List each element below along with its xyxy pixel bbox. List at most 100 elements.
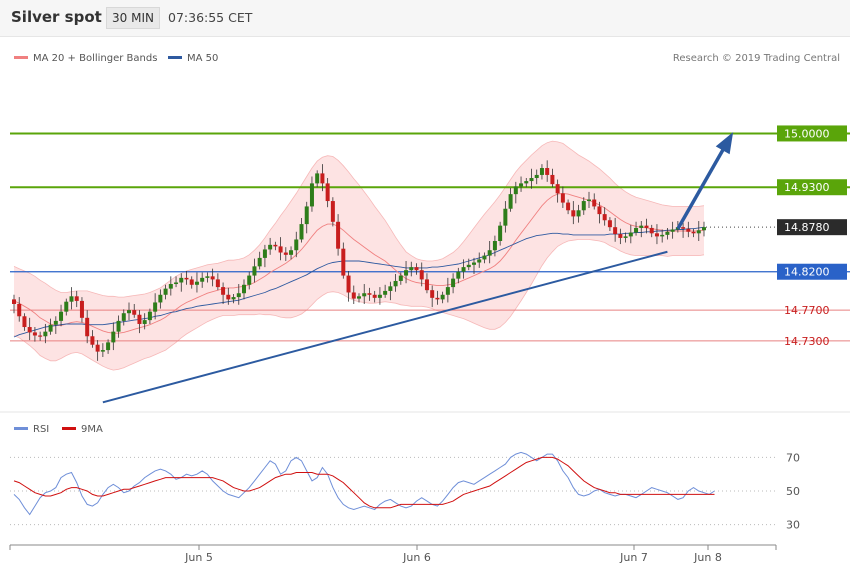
candle-body-28 <box>158 294 163 303</box>
legend-label-9ma: 9MA <box>81 424 103 435</box>
candle-body-3 <box>27 327 32 333</box>
candle-body-66 <box>357 296 361 299</box>
candle-body-116 <box>618 234 623 238</box>
legend-label-ma20: MA 20 + Bollinger Bands <box>33 53 157 64</box>
candle-body-91 <box>487 250 492 256</box>
candle-body-83 <box>445 287 450 295</box>
candle-body-9 <box>59 311 64 321</box>
candle-body-53 <box>289 250 294 255</box>
price-chart[interactable]: MA 20 + Bollinger Bands MA 50 Research ©… <box>0 0 850 576</box>
candle-body-68 <box>367 293 372 295</box>
candle-body-27 <box>153 302 158 312</box>
legend-swatch-9ma <box>62 427 76 430</box>
candle-body-93 <box>498 225 503 241</box>
candle-body-44 <box>242 284 246 294</box>
time-tick-label-2: Jun 7 <box>619 551 648 564</box>
candle-body-50 <box>273 244 278 247</box>
candle-body-11 <box>69 296 74 302</box>
candle-body-100 <box>534 174 539 179</box>
candle-body-4 <box>32 332 37 336</box>
candle-body-32 <box>179 277 184 283</box>
candle-body-112 <box>597 206 602 215</box>
candle-body-24 <box>137 314 142 324</box>
candle-body-58 <box>315 173 320 184</box>
candle-body-29 <box>163 288 168 295</box>
price-tag-label-2: 14.8780 <box>784 221 830 234</box>
time-tick-label-0: Jun 5 <box>184 551 213 564</box>
candle-body-92 <box>492 241 497 251</box>
candle-body-52 <box>283 252 288 255</box>
legend-label-ma50: MA 50 <box>187 53 218 64</box>
rsi-legend: RSI 9MA <box>14 424 103 435</box>
candle-body-17 <box>100 350 105 352</box>
candle-body-12 <box>74 296 79 301</box>
candle-body-85 <box>456 271 461 279</box>
price-level-label-4: 14.7700 <box>784 304 830 317</box>
candle-body-102 <box>545 168 550 175</box>
candle-body-90 <box>482 255 487 260</box>
candle-body-49 <box>268 244 273 250</box>
candle-body-46 <box>252 266 257 276</box>
candle-body-60 <box>325 183 330 202</box>
price-tag-label-1: 14.9300 <box>784 181 830 194</box>
candle-body-109 <box>581 201 586 211</box>
candle-body-64 <box>346 275 351 293</box>
bollinger-band <box>14 141 704 371</box>
candle-body-131 <box>696 230 701 234</box>
time-tick-label-3: Jun 8 <box>693 551 722 564</box>
candle-body-6 <box>43 331 48 337</box>
candle-body-1 <box>17 303 22 317</box>
candle-body-111 <box>592 199 597 207</box>
candle-body-89 <box>477 259 482 263</box>
candle-body-55 <box>299 224 304 240</box>
candle-body-41 <box>226 294 231 300</box>
candle-body-34 <box>189 279 194 285</box>
candle-body-13 <box>79 300 84 318</box>
legend-swatch-ma20 <box>14 56 28 59</box>
candle-body-110 <box>587 199 591 202</box>
candle-body-74 <box>398 275 403 281</box>
candle-body-36 <box>200 277 205 282</box>
candle-body-118 <box>628 232 633 237</box>
candle-body-26 <box>147 311 152 321</box>
candle-body-130 <box>691 231 696 234</box>
candle-body-19 <box>111 331 116 343</box>
candle-body-119 <box>634 227 639 233</box>
candle-body-75 <box>404 270 409 276</box>
candle-body-77 <box>414 267 419 271</box>
candle-body-31 <box>174 282 179 285</box>
price-level-label-5: 14.7300 <box>784 335 830 348</box>
candle-body-113 <box>602 214 607 221</box>
candle-body-104 <box>555 184 560 194</box>
candle-body-105 <box>560 193 565 203</box>
credit-text: Research © 2019 Trading Central <box>673 53 840 64</box>
candle-body-122 <box>649 227 654 234</box>
candle-body-8 <box>53 320 58 325</box>
candle-body-101 <box>539 168 544 175</box>
candle-body-71 <box>383 290 388 295</box>
candle-body-2 <box>22 316 27 328</box>
candle-body-21 <box>121 313 126 321</box>
price-tag-label-3: 14.8200 <box>784 266 830 279</box>
candle-body-128 <box>681 227 686 229</box>
candle-body-123 <box>654 233 659 237</box>
candle-body-107 <box>571 210 576 217</box>
candle-body-79 <box>424 279 429 291</box>
candle-body-54 <box>294 239 299 251</box>
price-legend: MA 20 + Bollinger Bands MA 50 <box>14 53 218 64</box>
candle-body-76 <box>409 267 414 271</box>
candle-body-35 <box>194 281 199 285</box>
candle-body-0 <box>12 299 16 304</box>
candle-body-37 <box>205 276 210 278</box>
candle-body-103 <box>550 174 555 185</box>
candle-body-108 <box>576 210 581 217</box>
candle-body-43 <box>236 293 241 298</box>
time-tick-label-1: Jun 6 <box>402 551 431 564</box>
candle-body-20 <box>116 320 121 332</box>
rsi-ma-line <box>13 456 715 509</box>
candle-body-23 <box>132 310 137 315</box>
price-tag-label-0: 15.0000 <box>784 127 830 140</box>
candle-body-33 <box>184 277 189 280</box>
candle-body-42 <box>231 297 236 300</box>
candle-body-51 <box>278 246 283 253</box>
